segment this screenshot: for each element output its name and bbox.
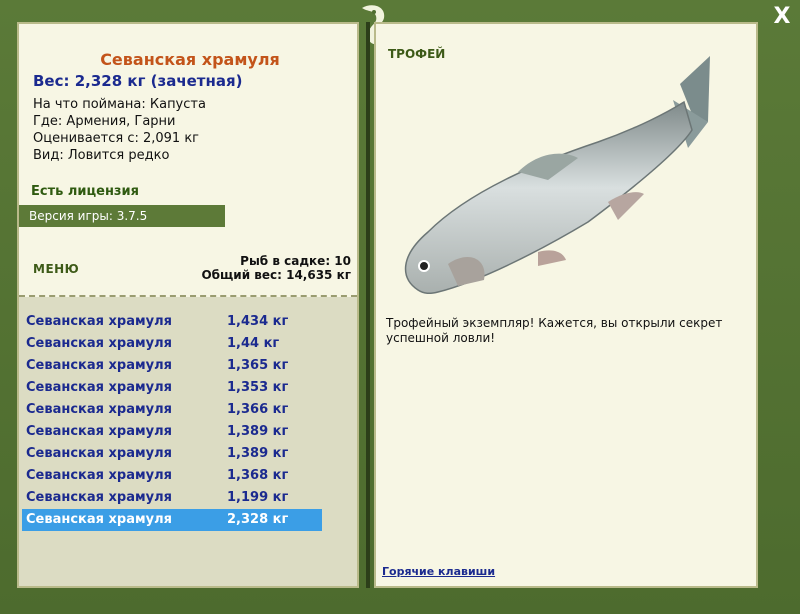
total-weight: Общий вес: 14,635 кг [201,268,351,282]
catch-list-row[interactable]: Севанская храмуля 2,328 кг [22,509,322,531]
catch-info-panel: Севанская храмуля Вес: 2,328 кг (зачетна… [17,22,359,588]
catch-fish-name: Севанская храмуля [26,512,172,527]
catch-list-row[interactable]: Севанская храмуля 1,368 кг [22,465,322,487]
catch-fish-name: Севанская храмуля [26,358,172,373]
catch-fish-weight: 1,199 кг [227,490,289,505]
keepnet-stats: Рыб в садке: 10 Общий вес: 14,635 кг [201,254,351,282]
catch-fish-weight: 1,368 кг [227,468,289,483]
trophy-panel: ТРОФЕЙ Трофейный экземпляр! Кажется, вы … [374,22,758,588]
catch-fish-name: Севанская храмуля [26,336,172,351]
location-info: Где: Армения, Гарни [33,114,176,129]
catch-list-row[interactable]: Севанская храмуля 1,434 кг [22,311,322,333]
catch-list-row[interactable]: Севанская храмуля 1,353 кг [22,377,322,399]
catch-fish-weight: 1,389 кг [227,424,289,439]
fish-title: Севанская храмуля [100,50,280,69]
catch-list-row[interactable]: Севанская храмуля 1,199 кг [22,487,322,509]
bait-info: На что поймана: Капуста [33,97,206,112]
catch-fish-weight: 1,353 кг [227,380,289,395]
close-icon[interactable]: X [770,5,794,29]
fish-weight: Вес: 2,328 кг (зачетная) [33,72,243,90]
catch-fish-name: Севанская храмуля [26,380,172,395]
catch-list-row[interactable]: Севанская храмуля 1,365 кг [22,355,322,377]
catch-fish-weight: 1,434 кг [227,314,289,329]
catch-fish-weight: 1,44 кг [227,336,280,351]
catch-fish-weight: 2,328 кг [227,512,289,527]
menu-button[interactable]: МЕНЮ [33,262,79,276]
catch-fish-name: Севанская храмуля [26,490,172,505]
catch-list: Севанская храмуля 1,434 кг Севанская храму… [19,297,357,586]
fish-count: Рыб в садке: 10 [240,254,351,268]
catch-fish-weight: 1,389 кг [227,446,289,461]
fish-image [388,52,728,302]
catch-fish-weight: 1,365 кг [227,358,289,373]
catch-list-row[interactable]: Севанская храмуля 1,44 кг [22,333,322,355]
catch-list-row[interactable]: Севанская храмуля 1,389 кг [22,421,322,443]
catch-fish-weight: 1,366 кг [227,402,289,417]
catch-fish-name: Севанская храмуля [26,314,172,329]
hotkeys-link[interactable]: Горячие клавиши [382,565,495,578]
panel-separator [366,22,370,588]
license-status: Есть лицензия [31,184,139,199]
trophy-description: Трофейный экземпляр! Кажется, вы открыли… [386,316,723,345]
catch-fish-name: Севанская храмуля [26,446,172,461]
catch-fish-name: Севанская храмуля [26,468,172,483]
catch-fish-name: Севанская храмуля [26,402,172,417]
valuation-info: Оценивается с: 2,091 кг [33,131,200,146]
rarity-info: Вид: Ловится редко [33,148,170,163]
game-version: Версия игры: 3.7.5 [19,205,225,227]
catch-list-row[interactable]: Севанская храмуля 1,366 кг [22,399,322,421]
catch-list-row[interactable]: Севанская храмуля 1,389 кг [22,443,322,465]
catch-fish-name: Севанская храмуля [26,424,172,439]
